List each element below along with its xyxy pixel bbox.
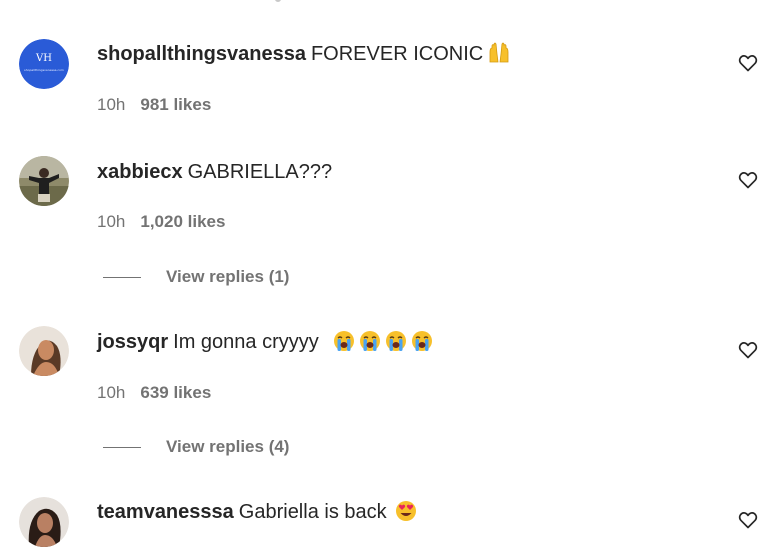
comment-time: 10h <box>97 95 126 114</box>
comment-username[interactable]: jossyqr <box>97 331 168 353</box>
view-replies-button[interactable]: View replies (1) <box>103 267 289 287</box>
svg-text:shopallthingsvanessa.com: shopallthingsvanessa.com <box>24 68 64 72</box>
previous-content-fragment <box>275 0 281 2</box>
likes-count[interactable]: 639 likes <box>140 383 211 402</box>
comment-text: GABRIELLA??? <box>187 161 333 183</box>
like-heart-icon[interactable] <box>738 510 758 530</box>
loudly-crying-face-icon <box>333 330 355 358</box>
comment-meta: 10h 639 likes <box>97 383 211 403</box>
avatar[interactable] <box>19 326 69 376</box>
comment-line: shopallthingsvanessa FOREVER ICONIC <box>97 39 511 70</box>
view-replies-label: View replies (4) <box>166 437 290 456</box>
likes-count[interactable]: 981 likes <box>140 95 211 114</box>
replies-divider <box>103 277 141 279</box>
comment-time: 10h <box>97 212 126 231</box>
comment-username[interactable]: shopallthingsvanessa <box>97 43 306 65</box>
avatar[interactable]: VH shopallthingsvanessa.com <box>19 39 69 89</box>
loudly-crying-face-icon <box>359 330 381 358</box>
view-replies-label: View replies (1) <box>166 267 290 286</box>
raising-hands-icon <box>487 39 511 70</box>
comment-meta: 10h 981 likes <box>97 95 211 115</box>
view-replies-button[interactable]: View replies (4) <box>103 437 289 457</box>
like-heart-icon[interactable] <box>738 340 758 360</box>
heart-eyes-face-icon <box>395 500 417 528</box>
loudly-crying-face-icon <box>411 330 433 358</box>
comment-line: teamvanesssa Gabriella is back <box>97 500 417 528</box>
comment-time: 10h <box>97 383 126 402</box>
comment-username[interactable]: xabbiecx <box>97 161 183 183</box>
avatar[interactable] <box>19 156 69 206</box>
comment-username[interactable]: teamvanesssa <box>97 501 234 523</box>
comment-text: Im gonna cryyyy <box>173 331 319 353</box>
comment-text: FOREVER ICONIC <box>310 43 484 65</box>
replies-divider <box>103 447 141 449</box>
comment-text: Gabriella is back <box>238 501 387 523</box>
likes-count[interactable]: 1,020 likes <box>140 212 225 231</box>
comment-line: xabbiecx GABRIELLA??? <box>97 160 332 184</box>
svg-text:VH: VH <box>35 53 52 64</box>
loudly-crying-face-icon <box>385 330 407 358</box>
comment-line: jossyqr Im gonna cryyyy <box>97 330 433 358</box>
avatar[interactable] <box>19 497 69 547</box>
comment-meta: 10h 1,020 likes <box>97 212 225 232</box>
like-heart-icon[interactable] <box>738 53 758 73</box>
like-heart-icon[interactable] <box>738 170 758 190</box>
